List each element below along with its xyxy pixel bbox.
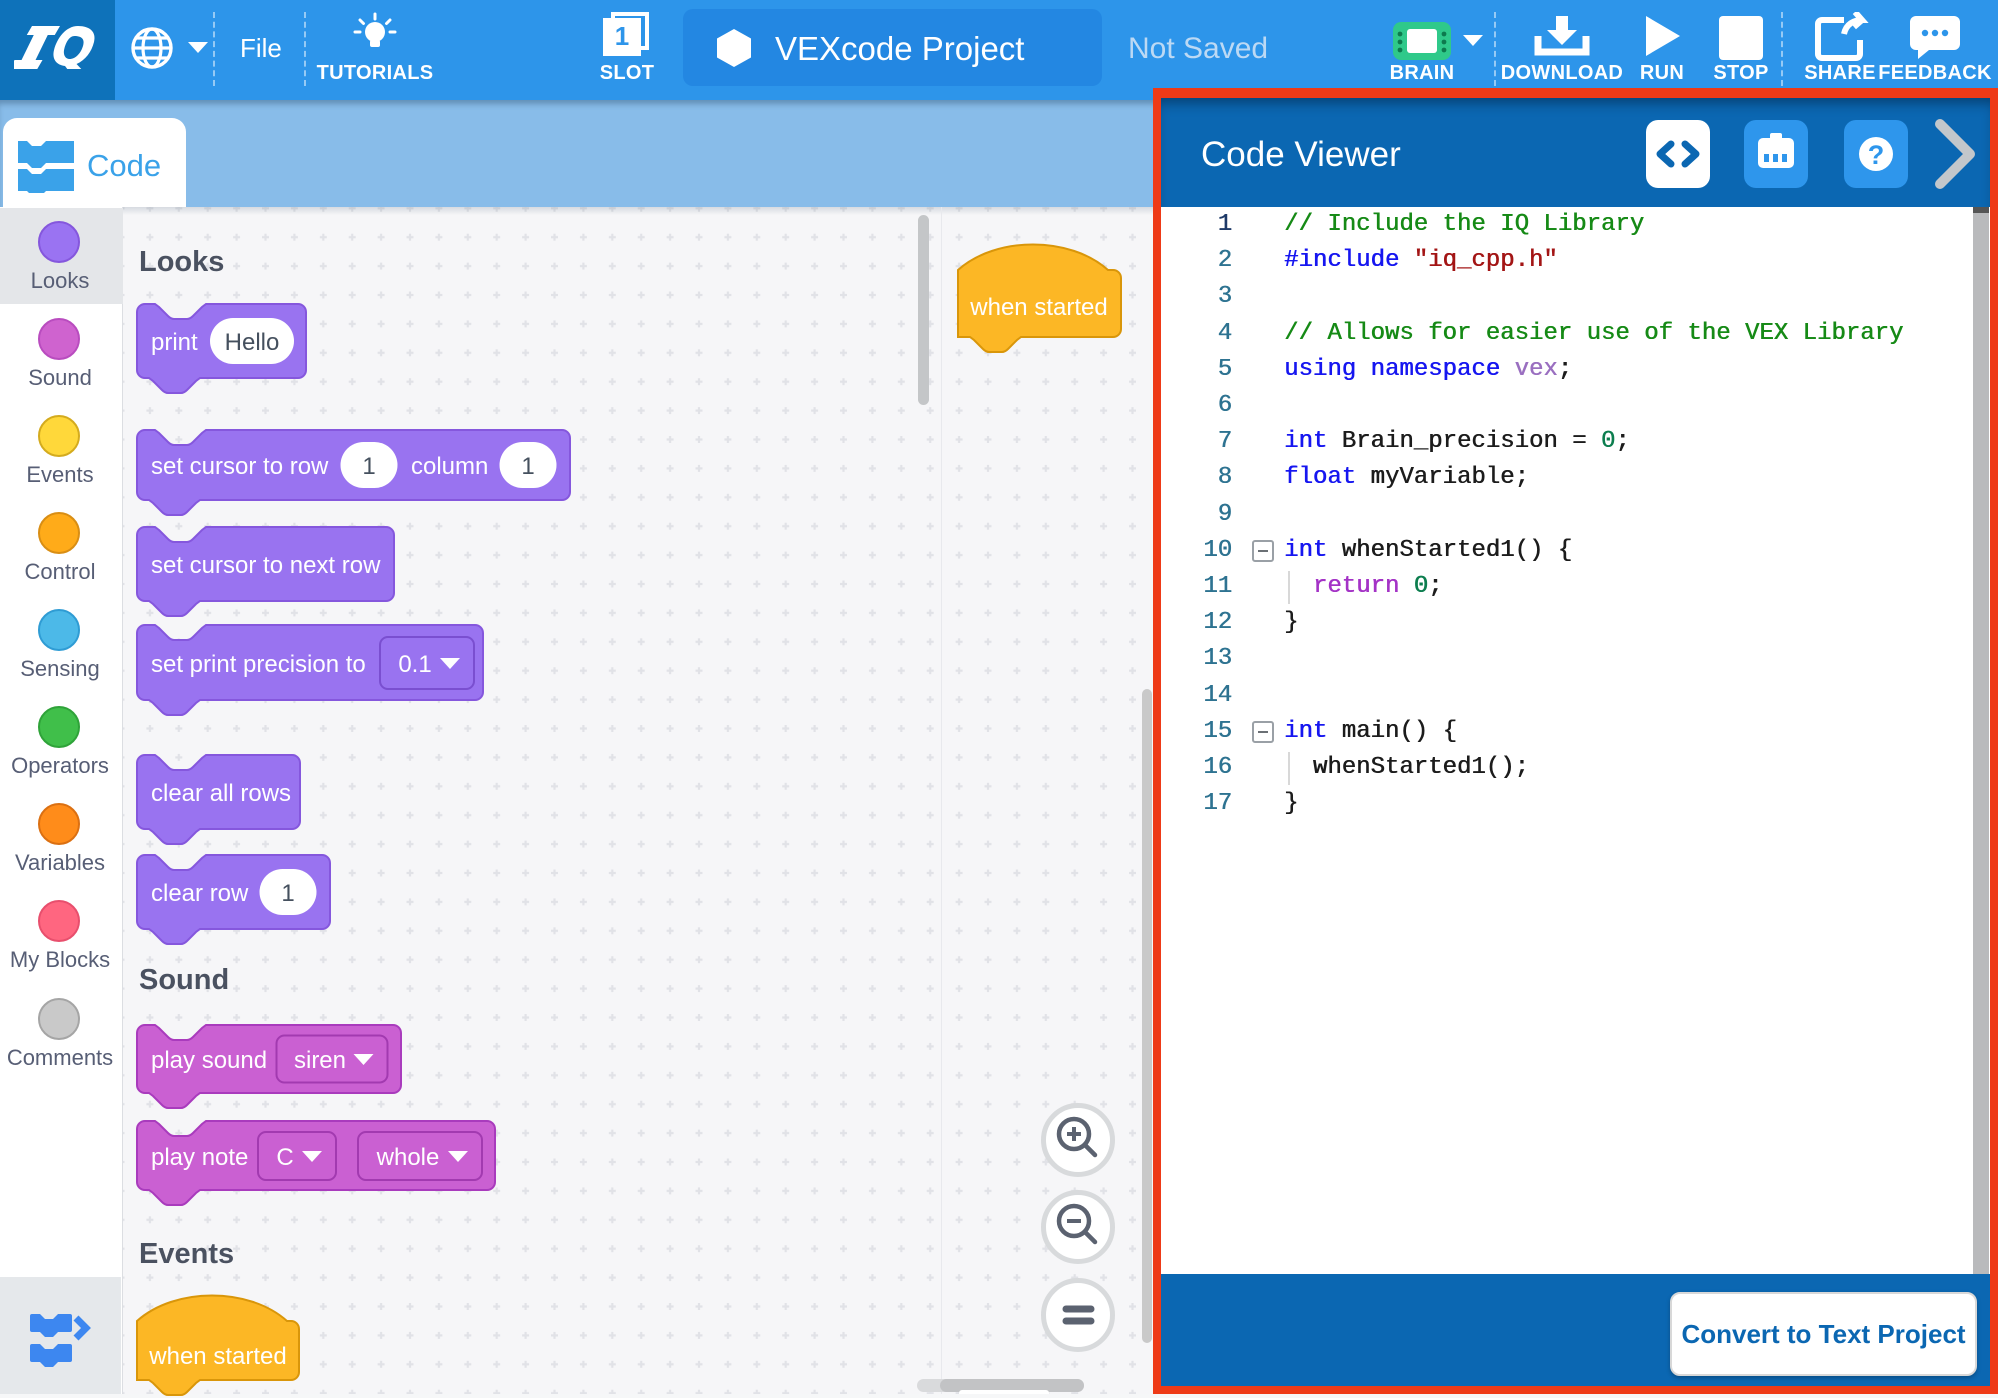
svg-text:1: 1	[615, 21, 629, 51]
svg-text:when started: when started	[969, 294, 1107, 321]
svg-text:set cursor to next row: set cursor to next row	[151, 552, 381, 579]
svg-text:play sound: play sound	[151, 1047, 267, 1074]
svg-text:clear row: clear row	[151, 880, 249, 907]
svg-text:clear all rows: clear all rows	[151, 780, 291, 807]
svg-text:1: 1	[362, 453, 375, 480]
svg-text:column: column	[411, 453, 488, 480]
svg-text:siren: siren	[294, 1047, 346, 1074]
svg-text:1: 1	[521, 453, 534, 480]
svg-text:0.1: 0.1	[398, 651, 431, 678]
svg-text:?: ?	[1868, 140, 1885, 170]
svg-text:play note: play note	[151, 1144, 248, 1171]
svg-text:set cursor to row: set cursor to row	[151, 453, 329, 480]
svg-text:set print precision to: set print precision to	[151, 651, 366, 678]
svg-text:1: 1	[281, 880, 294, 907]
svg-text:Hello: Hello	[225, 329, 280, 356]
svg-text:print: print	[151, 329, 198, 356]
svg-text:whole: whole	[376, 1144, 440, 1171]
svg-text:when started: when started	[148, 1343, 286, 1370]
svg-text:C: C	[276, 1144, 293, 1171]
